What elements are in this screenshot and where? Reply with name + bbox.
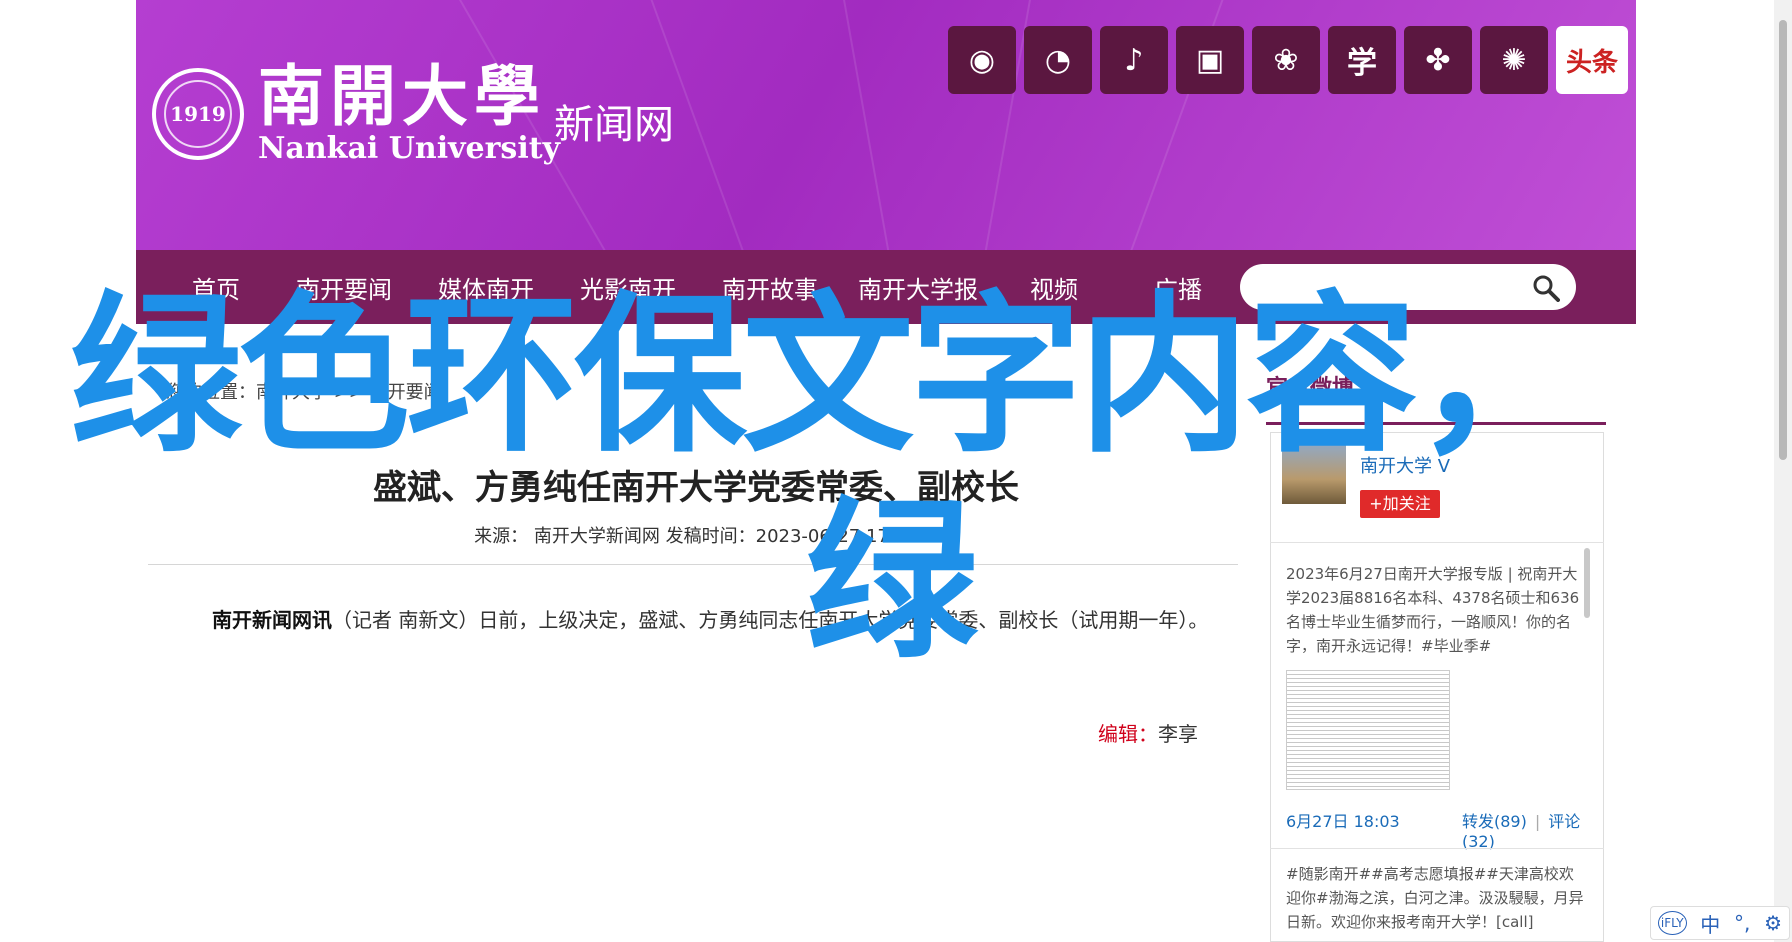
site-header: 1919 南開大學 Nankai University 新闻网 ◉ ◔ ♪ ▣ … xyxy=(136,0,1636,250)
repost-link[interactable]: 转发(89) xyxy=(1462,812,1527,831)
seal-icon: 1919 xyxy=(152,68,244,160)
overlay-text-line1: 绿色环保文字内容， xyxy=(70,275,1586,476)
wechat-icon[interactable]: ◉ xyxy=(948,26,1016,94)
editor-line: 编辑：李享 xyxy=(1098,718,1198,747)
logo-chinese-name: 南開大學 xyxy=(258,57,546,135)
bilibili-icon[interactable]: ▣ xyxy=(1176,26,1244,94)
weibo-icon[interactable]: ◔ xyxy=(1024,26,1092,94)
weibo-post-text: #随影南开##高考志愿填报##天津高校欢迎你#渤海之滨，白河之津。汲汲駸駸，月异… xyxy=(1286,865,1584,931)
kuaishou-icon[interactable]: ❀ xyxy=(1252,26,1320,94)
ime-lang-toggle[interactable]: 中 xyxy=(1700,909,1720,938)
weibo-separator xyxy=(1270,542,1604,543)
gear-icon[interactable]: ⚙ xyxy=(1764,911,1782,935)
ifly-logo-icon[interactable]: iFLY xyxy=(1657,911,1687,935)
divider xyxy=(148,564,1238,565)
tiktok-icon[interactable]: ♪ xyxy=(1100,26,1168,94)
university-logo[interactable]: 1919 南開大學 Nankai University xyxy=(152,44,560,184)
xuexi-icon[interactable]: 学 xyxy=(1328,26,1396,94)
weibo-post-image[interactable] xyxy=(1286,670,1450,790)
social-links: ◉ ◔ ♪ ▣ ❀ 学 ✤ ✺ 头条 xyxy=(948,26,1628,94)
punctuation-icon[interactable]: °, xyxy=(1734,911,1750,935)
weibo-post-text: 2023年6月27日南开大学报专版 | 祝南开大学2023届8816名本科、43… xyxy=(1286,565,1580,655)
article-body: （记者 南新文）日前，上级决定，盛斌、方勇纯同志任南开大学党委常委、副校长（试用… xyxy=(332,608,1209,632)
overlay-text-line2: 绿 xyxy=(806,481,978,682)
seal-year: 1919 xyxy=(170,102,226,126)
app-icon[interactable]: ✤ xyxy=(1404,26,1472,94)
article-lead: 南开新闻网讯 xyxy=(212,608,332,632)
article-paragraph: 南开新闻网讯（记者 南新文）日前，上级决定，盛斌、方勇纯同志任南开大学党委常委、… xyxy=(212,604,1232,633)
editor-label: 编辑： xyxy=(1098,722,1158,746)
weibo-post-stats: 转发(89) | 评论(32) xyxy=(1462,812,1581,851)
feather-icon[interactable]: ✺ xyxy=(1480,26,1548,94)
scrollbar-thumb[interactable] xyxy=(1779,20,1787,460)
toutiao-icon[interactable]: 头条 xyxy=(1556,26,1628,94)
site-name: 新闻网 xyxy=(554,102,674,148)
browser-scrollbar[interactable] xyxy=(1774,0,1792,942)
weibo-separator xyxy=(1270,848,1604,849)
editor-name: 李享 xyxy=(1158,722,1198,746)
follow-button[interactable]: +加关注 xyxy=(1360,490,1440,518)
ime-toolbar: iFLY 中 °, ⚙ xyxy=(1650,906,1790,940)
article-meta: 来源： 南开大学新闻网 发稿时间：2023-06-27 17:41 xyxy=(474,526,918,547)
logo-english-name: Nankai University xyxy=(258,131,561,166)
weibo-post-date[interactable]: 6月27日 18:03 xyxy=(1286,808,1400,832)
